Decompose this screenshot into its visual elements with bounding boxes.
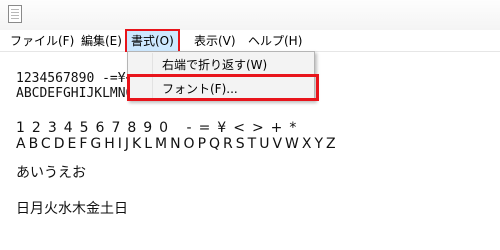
font-menu-item[interactable]: フォント(F)... — [162, 78, 238, 100]
format-dropdown-menu: 右端で折り返す(W) フォント(F)... — [127, 51, 315, 101]
menu-help[interactable]: ヘルプ(H) — [246, 33, 304, 49]
menu-bar: ファイル(F) 編集(E) 書式(O) 表示(V) ヘルプ(H) — [0, 29, 500, 53]
notepad-icon — [8, 5, 22, 23]
menu-file[interactable]: ファイル(F) — [8, 33, 76, 49]
menu-view[interactable]: 表示(V) — [192, 33, 238, 49]
text-line: 日月火水木金土日 — [16, 201, 128, 217]
menu-edit[interactable]: 編集(E) — [79, 33, 124, 49]
text-line: ABCDEFGHIJKLMNOPQRSTUVWXYZ — [16, 136, 339, 152]
menu-format[interactable]: 書式(O) — [125, 29, 180, 53]
text-line: 1234567890 -=¥<>+* — [16, 120, 304, 136]
text-line: あいうえお — [16, 165, 86, 181]
title-bar — [0, 0, 500, 30]
word-wrap-menu-item[interactable]: 右端で折り返す(W) — [162, 54, 267, 76]
